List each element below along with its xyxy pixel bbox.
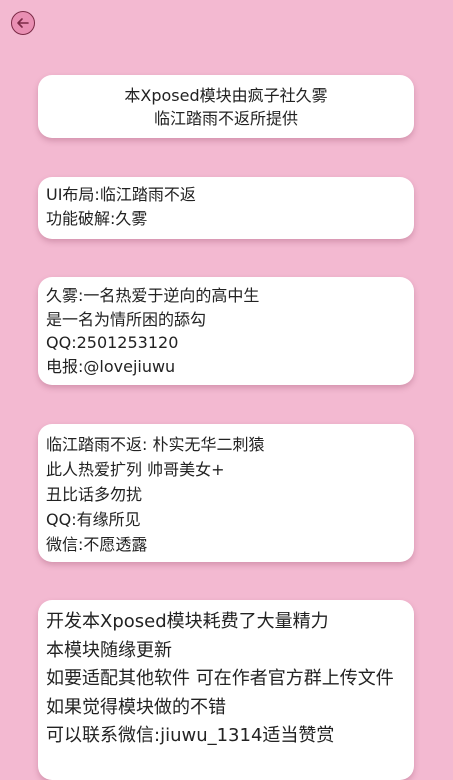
credits-line-2: 临江踏雨不返所提供 bbox=[153, 109, 298, 128]
profile-qq: QQ:2501253120 bbox=[46, 333, 179, 352]
profile-intro: 久雾:一名热爱于逆向的高中生 bbox=[46, 286, 260, 305]
credits-card: 本Xposed模块由疯子社久雾 临江踏雨不返所提供 bbox=[38, 75, 414, 138]
profile-intro: 临江踏雨不返: 朴实无华二刺猿 bbox=[46, 435, 265, 454]
notice-line-1: 开发本Xposed模块耗费了大量精力 bbox=[46, 611, 329, 632]
profile-wechat: 微信:不愿透露 bbox=[46, 535, 148, 554]
profile-desc: 是一名为情所困的舔勾 bbox=[46, 309, 207, 329]
arrow-left-icon bbox=[17, 18, 29, 28]
linjiang-profile-card: 临江踏雨不返: 朴实无华二刺猿 此人热爱扩列 帅哥美女+ 丑比话多勿扰 QQ:有… bbox=[38, 424, 414, 562]
crack-line: 功能破解:久雾 bbox=[46, 209, 148, 228]
back-button[interactable] bbox=[11, 11, 35, 35]
ui-layout-line: UI布局:临江踏雨不返 bbox=[46, 185, 196, 204]
notice-line-2: 本模块随缘更新 bbox=[46, 639, 172, 661]
notice-line-3: 如要适配其他软件 可在作者官方群上传文件 bbox=[46, 668, 394, 689]
notice-line-5: 可以联系微信:jiuwu_1314适当赞赏 bbox=[46, 725, 335, 746]
notice-card: 开发本Xposed模块耗费了大量精力 本模块随缘更新 如要适配其他软件 可在作者… bbox=[38, 600, 414, 780]
jiuwu-profile-card: 久雾:一名热爱于逆向的高中生 是一名为情所困的舔勾 QQ:2501253120 … bbox=[38, 277, 414, 385]
profile-qq: QQ:有缘所见 bbox=[46, 510, 141, 529]
profile-hobby: 此人热爱扩列 帅哥美女+ bbox=[46, 460, 225, 479]
roles-card: UI布局:临江踏雨不返 功能破解:久雾 bbox=[38, 177, 414, 239]
profile-telegram: 电报:@lovejiuwu bbox=[46, 356, 176, 376]
notice-line-4: 如果觉得模块做的不错 bbox=[46, 696, 226, 718]
profile-note: 丑比话多勿扰 bbox=[46, 485, 143, 504]
credits-line-1: 本Xposed模块由疯子社久雾 bbox=[124, 86, 328, 105]
